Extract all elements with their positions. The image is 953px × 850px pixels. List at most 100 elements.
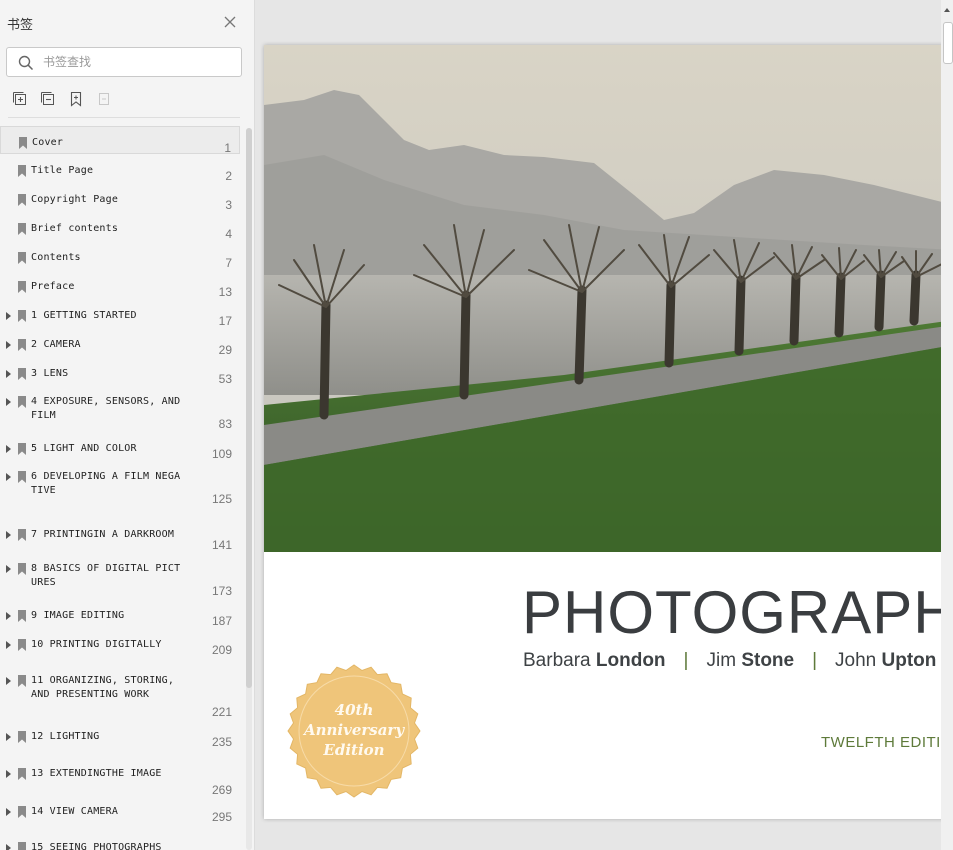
close-icon[interactable] bbox=[222, 14, 238, 30]
bookmark-label: 6 DEVELOPING A FILM NEGA TIVE bbox=[31, 471, 187, 496]
bookmark-label: 10 PRINTING DIGITALLY bbox=[31, 639, 162, 650]
sidebar-scrollbar[interactable] bbox=[246, 128, 252, 850]
bookmark-page-number: 17 bbox=[218, 314, 232, 328]
bookmark-item[interactable]: Copyright Page 3 bbox=[0, 184, 240, 212]
expand-arrow-icon[interactable] bbox=[6, 531, 11, 539]
bookmark-item[interactable]: 7 PRINTINGIN A DARKROOM 141 bbox=[0, 508, 240, 552]
bookmark-item[interactable]: Brief contents 4 bbox=[0, 213, 240, 241]
bookmark-label: 3 LENS bbox=[31, 368, 69, 379]
expand-arrow-icon[interactable] bbox=[6, 641, 11, 649]
bookmark-item[interactable]: Title Page 2 bbox=[0, 155, 240, 183]
bookmark-icon bbox=[18, 471, 26, 483]
expand-arrow-icon[interactable] bbox=[6, 677, 11, 685]
bookmark-label: 13 EXTENDINGTHE IMAGE bbox=[31, 768, 162, 779]
expand-arrow-icon[interactable] bbox=[6, 312, 11, 320]
expand-arrow-icon[interactable] bbox=[6, 370, 11, 378]
bookmark-icon bbox=[18, 639, 26, 651]
bookmark-icon bbox=[18, 842, 26, 850]
expand-arrow-icon[interactable] bbox=[6, 565, 11, 573]
bookmark-icon bbox=[18, 368, 26, 380]
bookmark-page-number: 83 bbox=[218, 417, 232, 431]
bookmark-item[interactable]: Contents 7 bbox=[0, 242, 240, 270]
delete-bookmark-icon[interactable] bbox=[96, 91, 112, 107]
bookmark-label: Preface bbox=[31, 281, 75, 292]
bookmark-item[interactable]: 13 EXTENDINGTHE IMAGE 269 bbox=[0, 752, 240, 797]
bookmark-panel-header: 书签 bbox=[0, 0, 255, 44]
document-view[interactable]: PHOTOGRAPHY Barbara London | Jim Stone | Joh… bbox=[256, 0, 953, 850]
bookmark-icon bbox=[18, 223, 26, 235]
add-bookmark-icon[interactable] bbox=[68, 91, 84, 107]
author-separator: | bbox=[683, 650, 689, 671]
bookmark-icon bbox=[18, 310, 26, 322]
bookmark-label: 15 SEEING PHOTOGRAPHS bbox=[31, 842, 162, 850]
bookmark-item[interactable]: 6 DEVELOPING A FILM NEGA TIVE 125 bbox=[0, 464, 240, 506]
bookmark-item[interactable]: Preface 13 bbox=[0, 271, 240, 299]
bookmark-page-number: 4 bbox=[225, 227, 232, 241]
bookmark-label: Copyright Page bbox=[31, 194, 119, 205]
bookmark-item[interactable]: 15 SEEING PHOTOGRAPHS bbox=[0, 832, 240, 850]
bookmark-item[interactable]: 14 VIEW CAMERA 295 bbox=[0, 796, 240, 824]
bookmark-page-number: 209 bbox=[211, 643, 232, 657]
bookmark-item[interactable]: 9 IMAGE EDITING 187 bbox=[0, 600, 240, 628]
bookmark-item[interactable]: 11 ORGANIZING, STORING, AND PRESENTING W… bbox=[0, 662, 240, 719]
seal-line: Anniversary bbox=[303, 721, 405, 739]
bookmark-page-number: 109 bbox=[211, 447, 232, 461]
bookmark-label: 4 EXPOSURE, SENSORS, AND FILM bbox=[31, 396, 187, 421]
bookmark-item[interactable]: 5 LIGHT AND COLOR 109 bbox=[0, 433, 240, 461]
bookmark-item[interactable]: 10 PRINTING DIGITALLY 209 bbox=[0, 629, 240, 657]
bookmark-icon bbox=[18, 563, 26, 575]
author-last-name: Upton bbox=[881, 650, 937, 671]
bookmark-label: 5 LIGHT AND COLOR bbox=[31, 443, 137, 454]
bookmark-page-number: 173 bbox=[211, 584, 232, 598]
bookmark-page-number: 1 bbox=[224, 141, 231, 155]
bookmark-search-box[interactable] bbox=[6, 47, 242, 77]
document-scrollbar[interactable] bbox=[941, 0, 953, 850]
sidebar-scroll-thumb[interactable] bbox=[246, 128, 252, 688]
document-scroll-thumb[interactable] bbox=[943, 22, 953, 64]
expand-arrow-icon[interactable] bbox=[6, 612, 11, 620]
scroll-up-arrow-icon[interactable] bbox=[944, 8, 950, 12]
expand-arrow-icon[interactable] bbox=[6, 398, 11, 406]
bookmark-label: 14 VIEW CAMERA bbox=[31, 806, 119, 817]
pdf-page-cover: PHOTOGRAPHY Barbara London | Jim Stone | Joh… bbox=[264, 45, 953, 819]
expand-arrow-icon[interactable] bbox=[6, 770, 11, 778]
bookmark-icon bbox=[18, 768, 26, 780]
bookmark-icon bbox=[18, 252, 26, 264]
divider bbox=[8, 117, 240, 118]
bookmark-label: 8 BASICS OF DIGITAL PICT URES bbox=[31, 563, 187, 588]
bookmark-icon bbox=[18, 396, 26, 408]
bookmark-item[interactable]: 12 LIGHTING 235 bbox=[0, 721, 240, 749]
expand-arrow-icon[interactable] bbox=[6, 473, 11, 481]
collapse-all-icon[interactable] bbox=[40, 91, 56, 107]
author-first-name: Jim bbox=[706, 650, 737, 671]
bookmark-page-number: 187 bbox=[211, 614, 232, 628]
bookmark-label: 9 IMAGE EDITING bbox=[31, 610, 125, 621]
author-separator: | bbox=[812, 650, 818, 671]
bookmark-label: Title Page bbox=[31, 165, 94, 176]
bookmark-label: 7 PRINTINGIN A DARKROOM bbox=[31, 529, 175, 540]
bookmark-icon bbox=[18, 675, 26, 687]
expand-arrow-icon[interactable] bbox=[6, 445, 11, 453]
seal-line: 40th bbox=[334, 701, 374, 719]
expand-arrow-icon[interactable] bbox=[6, 733, 11, 741]
bookmark-page-number: 2 bbox=[225, 169, 232, 183]
expand-arrow-icon[interactable] bbox=[6, 844, 11, 850]
bookmark-label: 2 CAMERA bbox=[31, 339, 81, 350]
bookmark-search-input[interactable] bbox=[43, 52, 233, 72]
bookmark-item[interactable]: Cover 1 bbox=[0, 126, 240, 155]
bookmark-item[interactable]: 8 BASICS OF DIGITAL PICT URES 173 bbox=[0, 556, 240, 598]
bookmark-item[interactable]: 3 LENS 53 bbox=[0, 358, 240, 386]
bookmark-item[interactable]: 1 GETTING STARTED 17 bbox=[0, 300, 240, 328]
expand-all-icon[interactable] bbox=[12, 91, 28, 107]
bookmark-label: 12 LIGHTING bbox=[31, 731, 100, 742]
expand-arrow-icon[interactable] bbox=[6, 341, 11, 349]
bookmark-label: 1 GETTING STARTED bbox=[31, 310, 137, 321]
bookmark-item[interactable]: 4 EXPOSURE, SENSORS, AND FILM 83 bbox=[0, 389, 240, 431]
author-first-name: Barbara bbox=[523, 650, 591, 671]
bookmark-page-number: 125 bbox=[211, 492, 232, 506]
bookmark-page-number: 141 bbox=[211, 538, 232, 552]
bookmark-icon bbox=[18, 339, 26, 351]
expand-arrow-icon[interactable] bbox=[6, 808, 11, 816]
bookmark-item[interactable]: 2 CAMERA 29 bbox=[0, 329, 240, 357]
bookmark-icon bbox=[18, 731, 26, 743]
